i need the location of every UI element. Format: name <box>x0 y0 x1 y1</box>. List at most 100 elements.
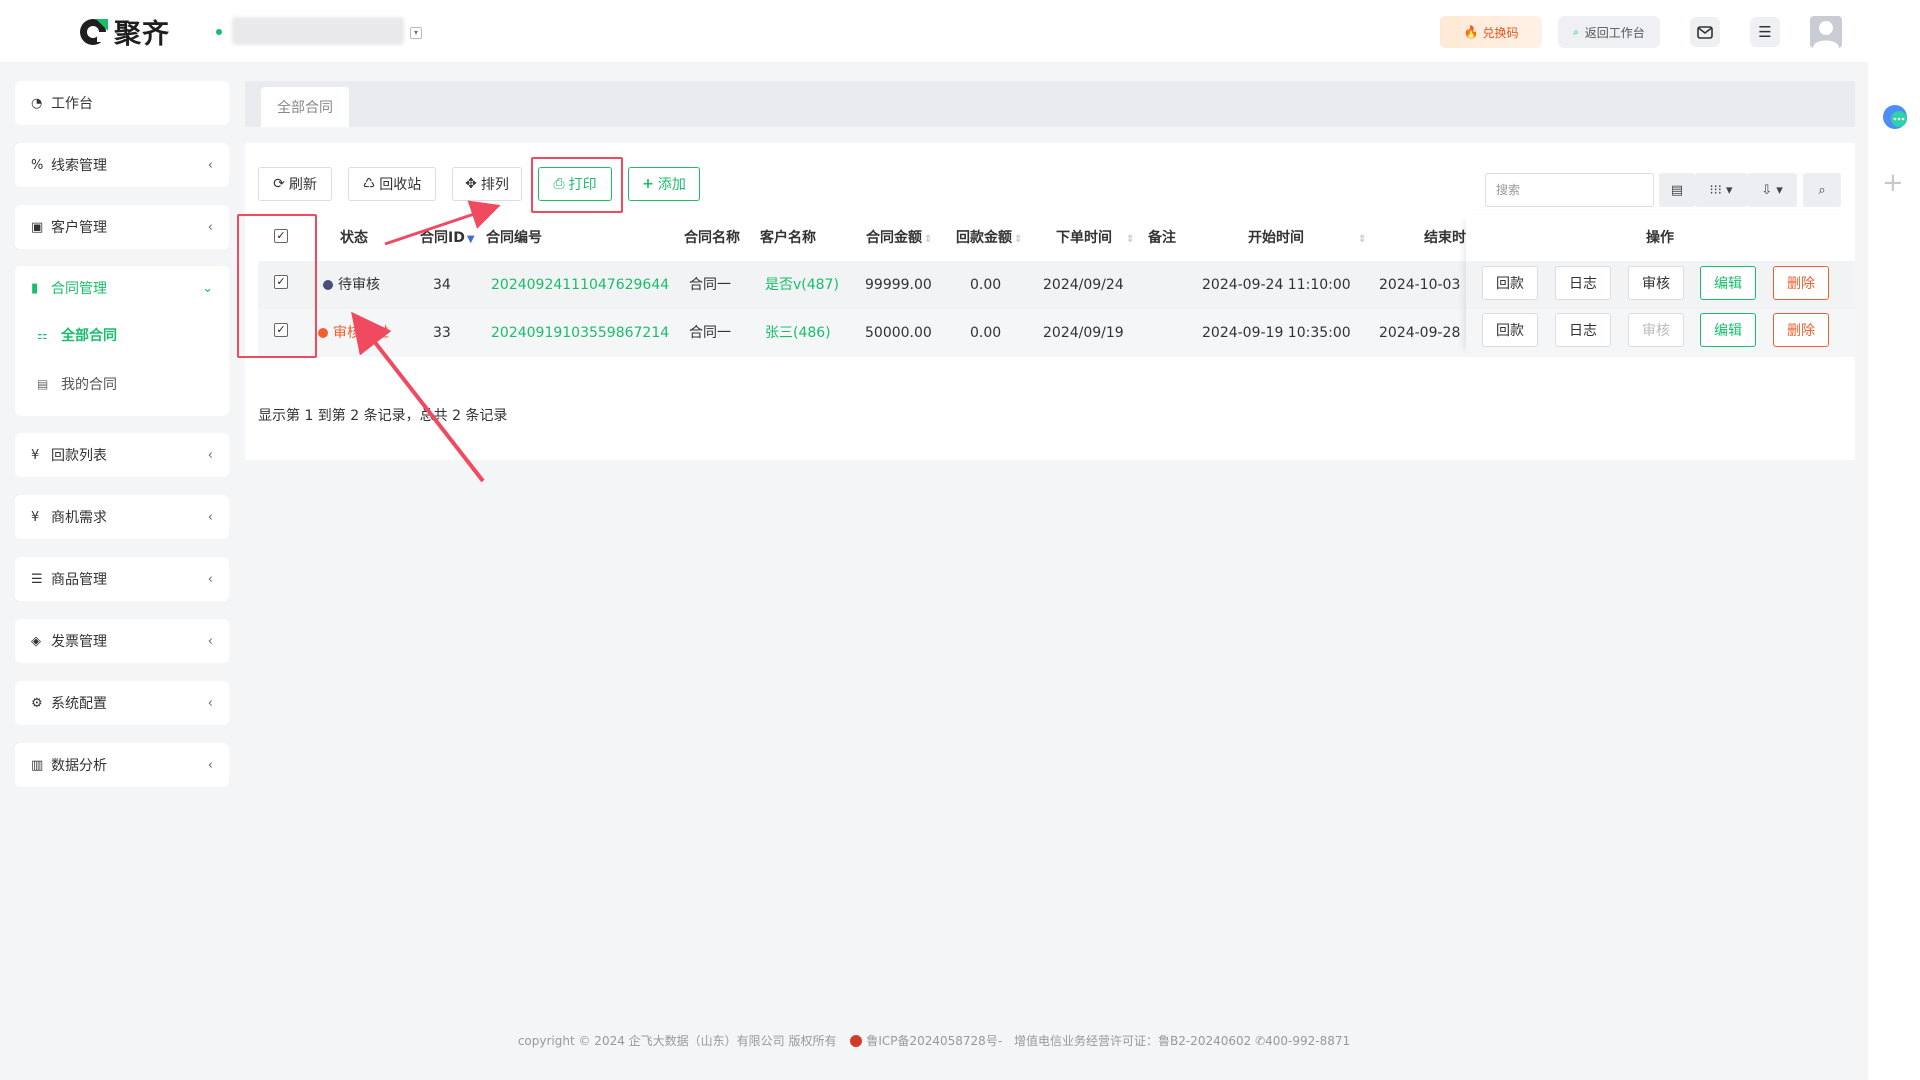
cell-start-time: 2024-09-19 10:35:00 <box>1202 325 1351 341</box>
review-button[interactable]: 审核 <box>1628 313 1684 347</box>
payment-button[interactable]: 回款 <box>1482 266 1538 300</box>
cell-paid: 0.00 <box>970 325 1002 341</box>
police-badge-icon <box>850 1035 863 1047</box>
columns-grid-icon[interactable]: ⁝⁝⁝ ▾ <box>1695 173 1747 207</box>
col-contract-no[interactable]: 合同编号 <box>486 215 542 261</box>
page-footer: copyright © 2024 企飞大数据（山东）有限公司 版权所有 鲁ICP… <box>0 1032 1868 1049</box>
status-badge: 审核通过 <box>318 309 389 357</box>
col-contract-name[interactable]: 合同名称 <box>684 215 740 261</box>
col-paid[interactable]: 回款金额 ⇕ <box>956 215 1022 261</box>
cell-end-time: 2024-10-03 <box>1379 277 1461 293</box>
redeem-code-button[interactable]: 🔥 兑换码 <box>1440 16 1542 48</box>
edit-button[interactable]: 编辑 <box>1700 266 1756 300</box>
phone-icon: ✆ <box>1255 1034 1266 1048</box>
col-order-date[interactable]: 下单时间 ⇕ <box>1056 215 1134 261</box>
sidebar-item-payments[interactable]: ¥ 回款列表 ‹ <box>15 433 229 477</box>
cell-id: 33 <box>433 325 451 341</box>
top-bar: 聚齐 ▾ 🔥 兑换码 ⌕ 返回工作台 ☰ <box>0 0 1920 62</box>
search-input[interactable]: 搜索 <box>1485 173 1654 207</box>
back-to-workbench-button[interactable]: ⌕ 返回工作台 <box>1558 16 1660 48</box>
col-contract-id[interactable]: 合同ID ▼ <box>420 215 475 261</box>
review-button[interactable]: 审核 <box>1628 266 1684 300</box>
sidebar-subitem-my-contracts[interactable]: ▤ 我的合同 <box>15 360 229 408</box>
sidebar-subitem-label: 全部合同 <box>61 328 117 344</box>
avatar[interactable] <box>1810 16 1842 48</box>
search-icon[interactable]: ⌕ <box>1803 173 1841 207</box>
edit-button[interactable]: 编辑 <box>1700 313 1756 347</box>
dashboard-icon: ◔ <box>31 95 43 111</box>
chevron-left-icon: ‹ <box>207 757 213 773</box>
add-float-icon[interactable]: + <box>1882 168 1904 198</box>
chevron-down-icon: ⌄ <box>202 280 213 296</box>
status-dot <box>323 280 333 290</box>
recycle-bin-label: 回收站 <box>379 177 422 193</box>
plus-icon: + <box>642 176 654 192</box>
payment-button[interactable]: 回款 <box>1482 313 1538 347</box>
footer-icp-link[interactable]: 鲁ICP备2024058728号- <box>866 1034 1002 1048</box>
ticket-icon: ◈ <box>31 633 41 649</box>
col-contract-id-label: 合同ID <box>420 230 465 246</box>
mail-icon[interactable] <box>1690 17 1720 47</box>
sidebar-item-invoices[interactable]: ◈ 发票管理 ‹ <box>15 619 229 663</box>
yen-icon: ¥ <box>31 509 40 525</box>
sidebar-item-leads[interactable]: % 线索管理 ‹ <box>15 143 229 187</box>
cell-contract-no-link[interactable]: 20240919103559867214 <box>491 309 669 357</box>
col-amount-label: 合同金额 <box>866 230 922 246</box>
cell-contract-no-link[interactable]: 20240924111047629644 <box>491 261 669 309</box>
chevron-left-icon: ‹ <box>207 157 213 173</box>
add-button[interactable]: + 添加 <box>628 167 700 201</box>
sidebar-item-workbench[interactable]: ◔ 工作台 <box>15 81 229 125</box>
recycle-bin-button[interactable]: ♺ 回收站 <box>348 167 436 201</box>
col-end-time[interactable]: 结束时 <box>1424 215 1466 261</box>
sidebar-item-analytics[interactable]: ▥ 数据分析 ‹ <box>15 743 229 787</box>
recycle-icon: ♺ <box>362 176 376 192</box>
cell-customer-link[interactable]: 张三(486) <box>765 309 831 357</box>
brand-logo[interactable]: 聚齐 <box>78 12 170 51</box>
log-button[interactable]: 日志 <box>1555 266 1611 300</box>
org-dropdown-caret-icon[interactable]: ▾ <box>410 27 422 39</box>
sidebar-item-products[interactable]: ☰ 商品管理 ‹ <box>15 557 229 601</box>
annotation-highlight-print <box>531 157 623 213</box>
sidebar-subitem-label: 我的合同 <box>61 377 117 393</box>
export-icon[interactable]: ⇩ ▾ <box>1747 173 1797 207</box>
col-customer[interactable]: 客户名称 <box>760 215 816 261</box>
cell-amount: 99999.00 <box>865 277 932 293</box>
flame-icon: 🔥 <box>1463 25 1479 39</box>
cell-paid: 0.00 <box>970 277 1002 293</box>
sort-icon: ⇕ <box>1358 234 1367 245</box>
col-status[interactable]: 状态 <box>340 215 368 261</box>
sidebar-item-contracts[interactable]: ▮ 合同管理 ⌄ <box>15 266 229 310</box>
sidebar-item-customers[interactable]: ▣ 客户管理 ‹ <box>15 205 229 249</box>
col-start-time[interactable]: 开始时间 ⇕ <box>1248 215 1366 261</box>
sidebar-item-label: 系统配置 <box>51 696 107 712</box>
col-start-time-label: 开始时间 <box>1248 230 1304 246</box>
col-remark[interactable]: 备注 <box>1148 215 1176 261</box>
cell-customer-link[interactable]: 是否v(487) <box>765 261 839 309</box>
sidebar-item-opportunities[interactable]: ¥ 商机需求 ‹ <box>15 495 229 539</box>
col-order-date-label: 下单时间 <box>1056 230 1112 246</box>
org-name[interactable] <box>232 17 404 45</box>
sidebar-item-system-config[interactable]: ⚙ 系统配置 ‹ <box>15 681 229 725</box>
my-contracts-icon: ▤ <box>37 377 49 391</box>
chat-bubble-icon[interactable] <box>1880 104 1910 130</box>
cell-contract-name: 合同一 <box>689 325 731 341</box>
sidebar-item-label: 合同管理 <box>51 281 107 297</box>
sort-button[interactable]: ✥ 排列 <box>452 167 522 201</box>
col-amount[interactable]: 合同金额 ⇕ <box>866 215 932 261</box>
delete-button[interactable]: 删除 <box>1773 266 1829 300</box>
yen-icon: ¥ <box>31 447 40 463</box>
log-button[interactable]: 日志 <box>1555 313 1611 347</box>
sidebar-subitem-all-contracts[interactable]: ⚏ 全部合同 <box>15 310 229 360</box>
toggle-view-icon[interactable]: ▤ <box>1659 173 1695 207</box>
delete-button[interactable]: 删除 <box>1773 313 1829 347</box>
menu-icon[interactable]: ☰ <box>1750 17 1780 47</box>
status-badge: 待审核 <box>323 261 380 309</box>
back-to-workbench-label: 返回工作台 <box>1584 25 1645 40</box>
sort-label: 排列 <box>480 177 509 193</box>
right-float-bar <box>1868 62 1920 1080</box>
refresh-button[interactable]: ⟳ 刷新 <box>258 167 332 201</box>
sidebar-item-label: 工作台 <box>51 96 93 112</box>
list-icon: ☰ <box>31 571 43 587</box>
tab-all-contracts[interactable]: 全部合同 <box>261 87 349 127</box>
sidebar-group-contracts: ▮ 合同管理 ⌄ ⚏ 全部合同 ▤ 我的合同 <box>15 266 229 416</box>
